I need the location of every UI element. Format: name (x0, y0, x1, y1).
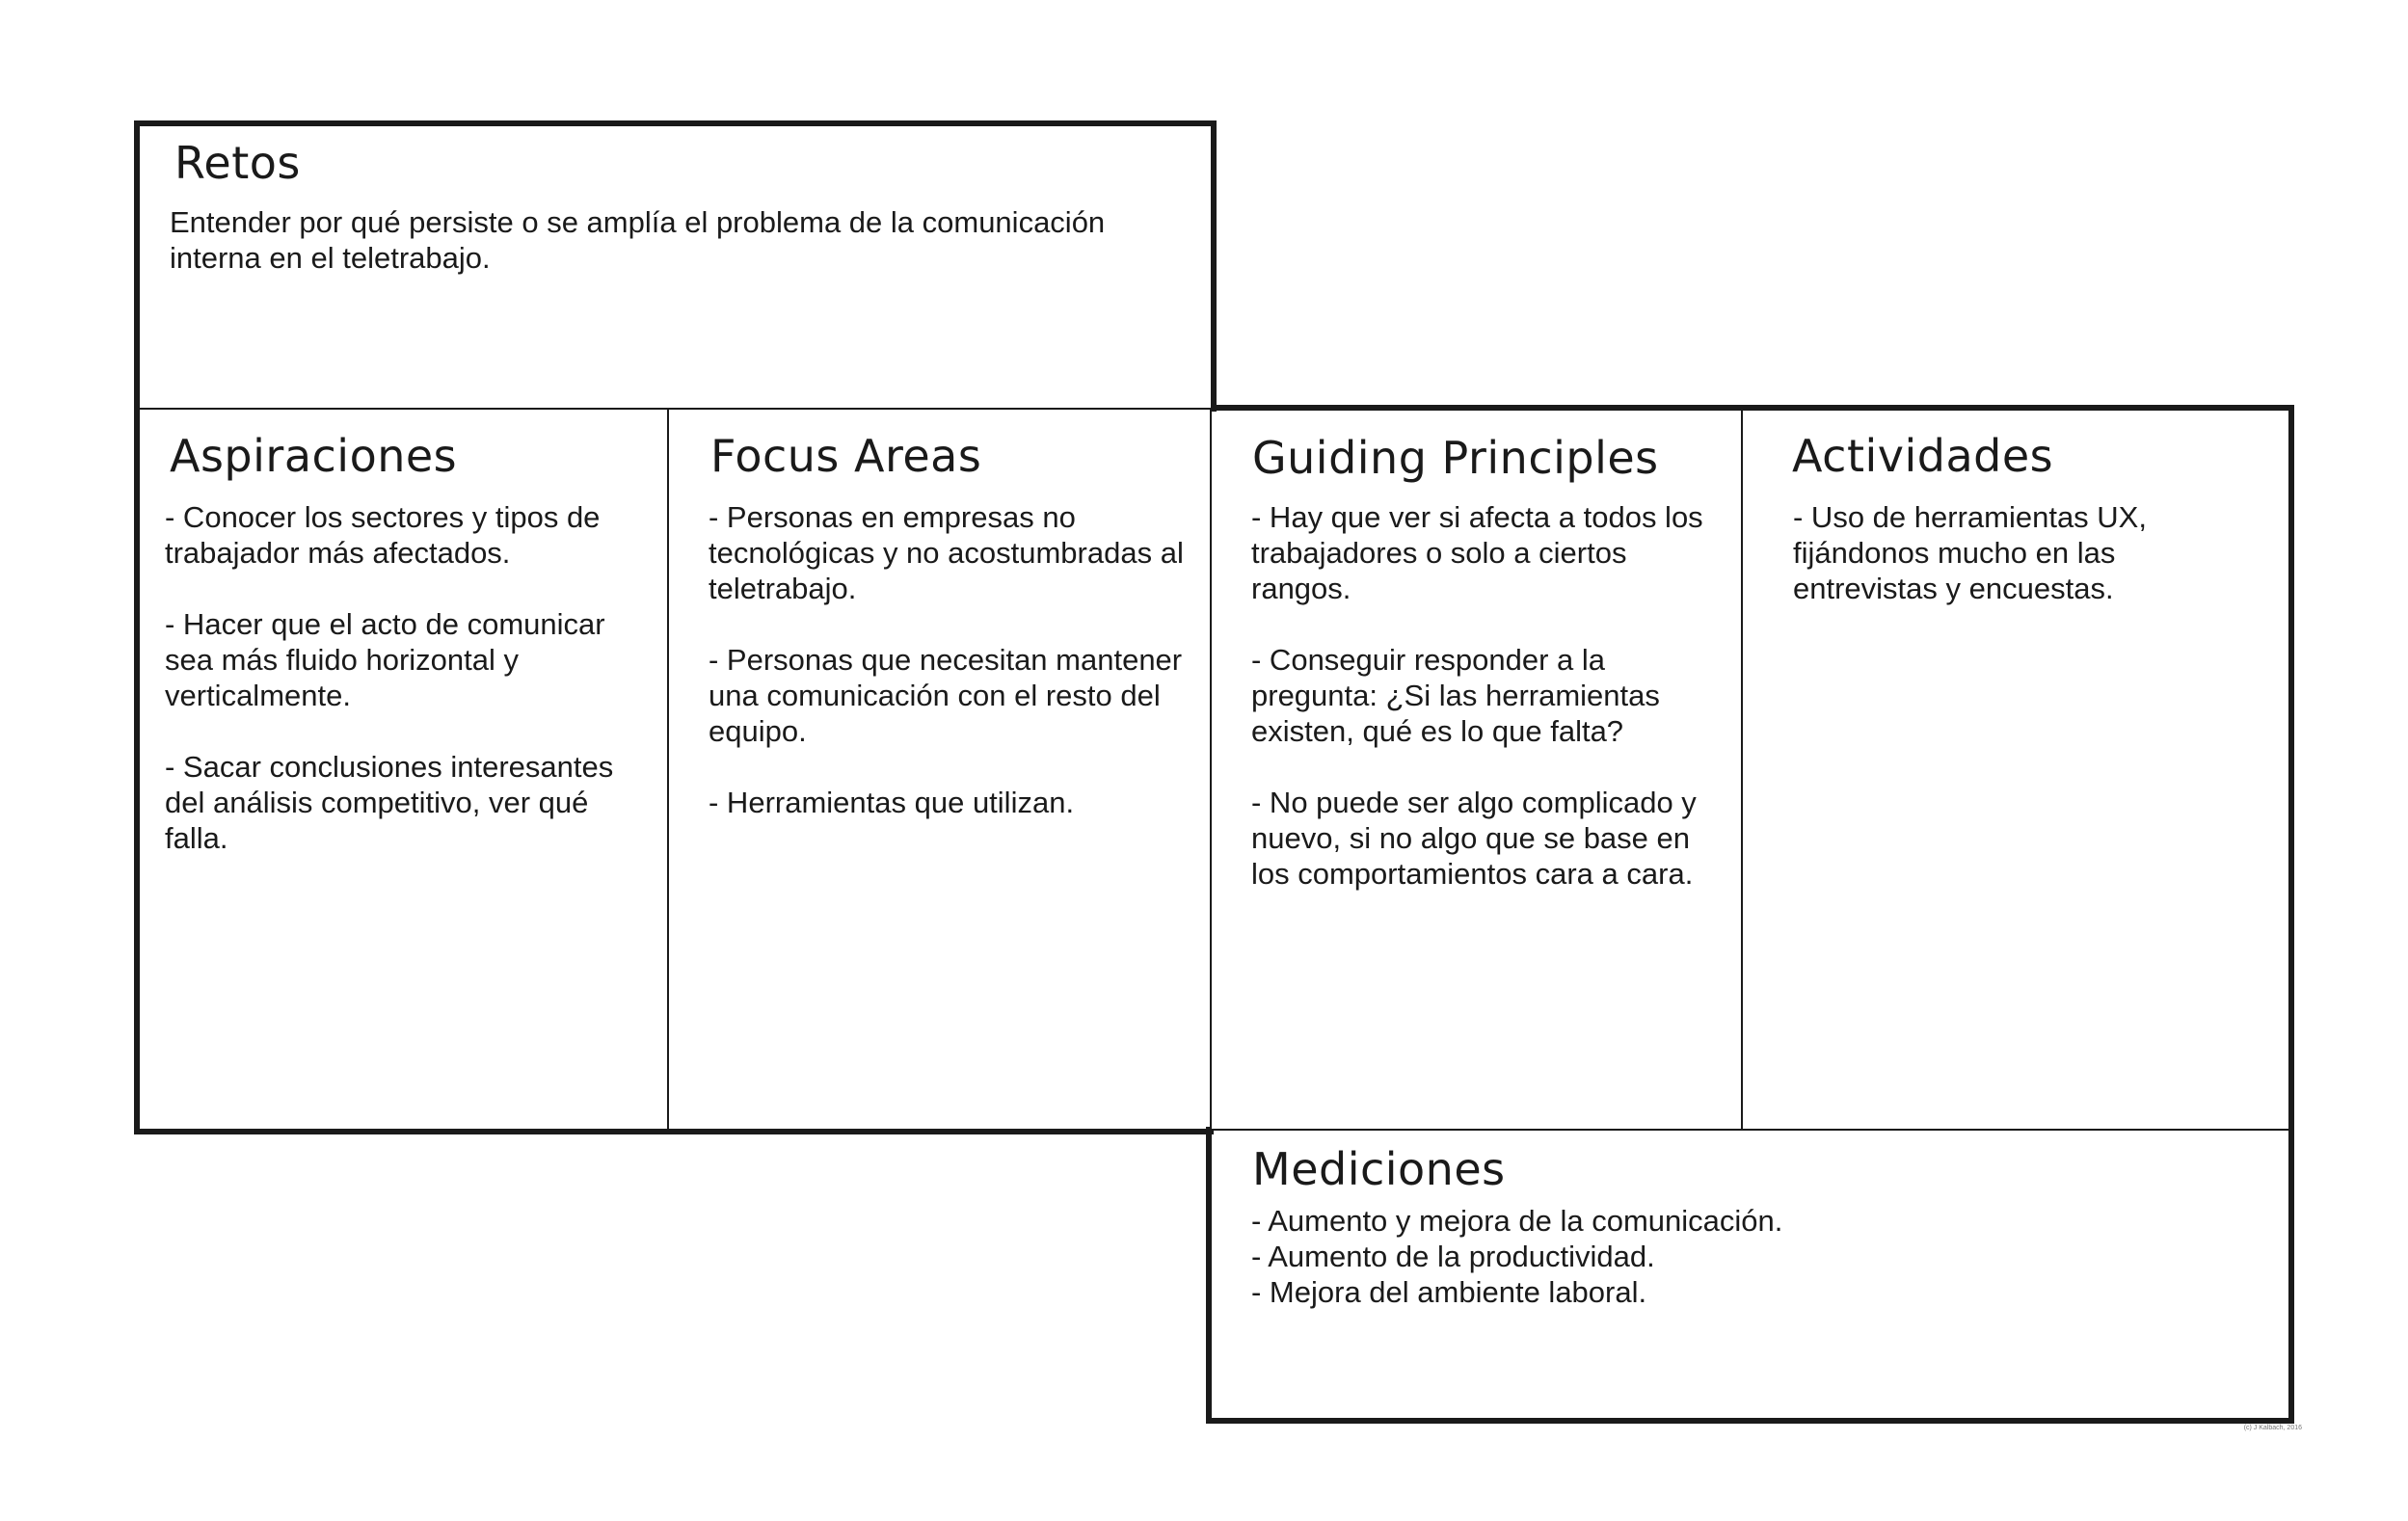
retos-paragraph: Entender por qué persiste o se amplía el… (170, 205, 1106, 275)
actividades-item: - Uso de herramientas UX, fijándonos muc… (1793, 500, 2147, 605)
mediciones-body: - Aumento y mejora de la comunicación. -… (1251, 1203, 2215, 1310)
mediciones-title: Mediciones (1252, 1143, 1506, 1195)
mediciones-item: - Aumento y mejora de la comunicación. (1251, 1204, 1783, 1238)
mediciones-item: - Aumento de la productividad. (1251, 1240, 1655, 1273)
aspiraciones-title: Aspiraciones (170, 430, 458, 482)
retos-body: Entender por qué persiste o se amplía el… (170, 204, 1163, 276)
focus-areas-body: - Personas en empresas no tecnológicas y… (709, 499, 1191, 820)
focus-areas-title: Focus Areas (710, 430, 982, 482)
actividades-body: - Uso de herramientas UX, fijándonos muc… (1793, 499, 2207, 606)
focus-areas-item: - Personas en empresas no tecnológicas y… (709, 500, 1184, 605)
guiding-principles-item: - Hay que ver si afecta a todos los trab… (1251, 500, 1703, 605)
aspiraciones-item: - Conocer los sectores y tipos de trabaj… (165, 500, 601, 570)
focus-areas-item: - Personas que necesitan mantener una co… (709, 643, 1183, 748)
retos-title: Retos (174, 137, 301, 189)
copyright-notice: (c) J Kalbach, 2016 (2243, 1425, 2302, 1431)
aspiraciones-item: - Sacar conclusiones interesantes del an… (165, 750, 614, 855)
aspiraciones-item: - Hacer que el acto de comunicar sea más… (165, 607, 605, 712)
guiding-principles-body: - Hay que ver si afecta a todos los trab… (1251, 499, 1714, 892)
aspiraciones-body: - Conocer los sectores y tipos de trabaj… (165, 499, 642, 856)
mediciones-item: - Mejora del ambiente laboral. (1251, 1275, 1647, 1309)
guiding-principles-title: Guiding Principles (1252, 432, 1659, 484)
guiding-principles-item: - No puede ser algo complicado y nuevo, … (1251, 786, 1697, 891)
strategy-canvas: Retos Entender por qué persiste o se amp… (0, 0, 2408, 1521)
guiding-principles-item: - Conseguir responder a la pregunta: ¿Si… (1251, 643, 1660, 748)
actividades-title: Actividades (1792, 430, 2054, 482)
focus-areas-item: - Herramientas que utilizan. (709, 786, 1075, 819)
